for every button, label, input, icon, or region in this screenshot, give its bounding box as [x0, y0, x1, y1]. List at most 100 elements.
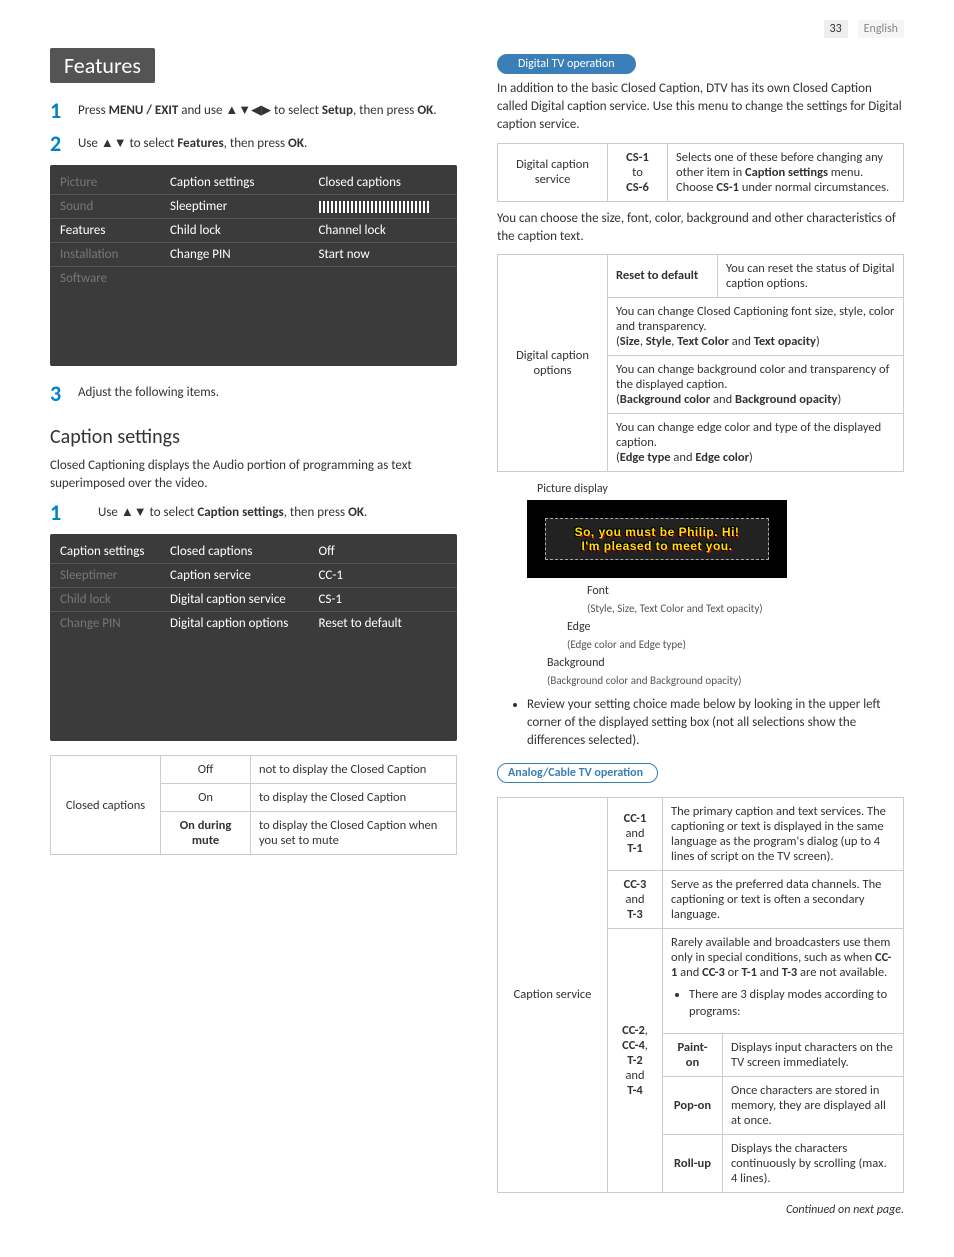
setup-label: Setup [322, 103, 353, 118]
menu-item: Closed captions [160, 540, 309, 563]
option-desc: You can change background color and tran… [608, 355, 904, 413]
picture-display-label: Picture display [537, 482, 904, 496]
review-note: Review your setting choice made below by… [513, 696, 904, 751]
menu-item: Change PIN [50, 611, 160, 635]
text: Use [98, 505, 121, 520]
menu-item-selected: Caption settings [50, 540, 160, 563]
desc-cell: Serve as the preferred data channels. Th… [663, 870, 904, 928]
background-label: Background [547, 656, 605, 670]
option-desc: to display the Closed Caption [251, 784, 457, 812]
desc-cell: Rarely available and broadcasters use th… [663, 928, 904, 1033]
text: Use [78, 136, 101, 151]
option-desc: You can change edge color and type of th… [608, 413, 904, 471]
menu-item: Closed captions [309, 171, 458, 194]
value-cell: CC-1andT-1 [608, 797, 663, 870]
continued-note: Continued on next page. [497, 1203, 904, 1217]
arrow-keys-icon: ▲▼ [101, 135, 127, 150]
text: Press [78, 103, 109, 118]
caption-text-line: So, you must be Philip. Hi! [575, 525, 740, 539]
menu-item: Reset to default [309, 611, 458, 635]
text: . [433, 103, 436, 118]
step-2: 2 Use ▲▼ to select Features, then press … [50, 130, 457, 157]
option-desc: to display the Closed Caption when you s… [251, 812, 457, 855]
caption-text-line: I'm pleased to meet you. [582, 539, 733, 553]
value-cell: CS-1 to CS-6 [608, 143, 668, 201]
value-cell: CC-2, CC-4, T-2 and T-4 [608, 928, 663, 1192]
digital-intro-text: In addition to the basic Closed Caption,… [497, 80, 904, 135]
digital-caption-service-table: Digital caption service CS-1 to CS-6 Sel… [497, 143, 904, 202]
step-number-icon: 1 [50, 499, 68, 526]
step-number-icon: 1 [50, 97, 68, 124]
mode-label: Paint-on [677, 1040, 707, 1070]
pill-label: Analog/Cable TV operation [497, 763, 658, 783]
menu-item: CC-1 [309, 563, 458, 587]
caption-settings-label: Caption settings [197, 505, 283, 520]
barcode-icon [309, 194, 458, 218]
digital-tv-operation-pill: Digital TV operation [497, 48, 904, 80]
text: , then press [224, 136, 288, 151]
picture-display-diagram: Picture display So, you must be Philip. … [497, 482, 904, 690]
pill-label: Digital TV operation [497, 54, 636, 74]
text: . [304, 136, 307, 151]
page-language: English [858, 20, 904, 38]
menu-item: Caption service [160, 563, 309, 587]
step-3: 3 Adjust the following items. [50, 380, 457, 407]
menu-item: Sound [50, 194, 160, 218]
text: to select [271, 103, 322, 118]
ok-label: OK [348, 505, 364, 520]
arrow-keys-icon: ▲▼ [121, 504, 147, 519]
menu-item: Channel lock [309, 218, 458, 242]
menu-item: Picture [50, 171, 160, 194]
table-row-header: Closed captions [51, 756, 161, 855]
option-label: Off [161, 756, 251, 784]
text: to select [127, 136, 178, 151]
caption-step-1: 1 Use ▲▼ to select Caption settings, the… [50, 499, 457, 526]
desc-cell: The primary caption and text services. T… [663, 797, 904, 870]
text: Adjust the following items. [78, 380, 457, 402]
step-number-icon: 2 [50, 130, 68, 157]
menu-item: Digital caption service [160, 587, 309, 611]
background-note: (Background color and Background opacity… [547, 674, 741, 687]
mode-desc: Displays the characters continuously by … [723, 1134, 904, 1192]
menu-item: Caption settings [160, 171, 309, 194]
page-header: 33 English [50, 20, 904, 38]
font-label: Font [587, 584, 609, 598]
analog-cable-tv-operation-pill: Analog/Cable TV operation [497, 757, 904, 789]
caption-settings-intro: Closed Captioning displays the Audio por… [50, 457, 457, 493]
text: to select [147, 505, 198, 520]
menu-item-selected: Features [50, 218, 160, 242]
option-label: On during mute [180, 818, 232, 848]
step-1: 1 Press MENU / EXIT and use ▲▼◀▶ to sele… [50, 97, 457, 124]
text: , then press [284, 505, 348, 520]
list-item: There are 3 display modes according to p… [689, 986, 895, 1021]
ok-label: OK [288, 136, 304, 151]
menu-item: Installation [50, 242, 160, 266]
text: , then press [353, 103, 417, 118]
option-desc: not to display the Closed Caption [251, 756, 457, 784]
table-row-header: Digital caption service [498, 143, 608, 201]
features-label: Features [177, 136, 223, 151]
text: and use [178, 103, 225, 118]
caption-settings-heading: Caption settings [50, 425, 457, 449]
caption-settings-menu-screenshot: Caption settings Closed captions Off Sle… [50, 534, 457, 741]
ok-label: OK [417, 103, 433, 118]
option-desc: You can reset the status of Digital capt… [718, 254, 904, 297]
option-label: Reset to default [616, 268, 698, 283]
menu-item: CS-1 [309, 587, 458, 611]
page-number: 33 [824, 20, 848, 38]
mode-label: Pop-on [674, 1098, 711, 1113]
value-cell: CC-3andT-3 [608, 870, 663, 928]
menu-item: Child lock [50, 587, 160, 611]
menu-item: Software [50, 266, 160, 290]
menu-item: Sleeptimer [50, 563, 160, 587]
characteristics-intro: You can choose the size, font, color, ba… [497, 210, 904, 246]
font-note: (Style, Size, Text Color and Text opacit… [587, 602, 763, 615]
digital-caption-options-table: Digital caption options Reset to default… [497, 254, 904, 472]
edge-note: (Edge color and Edge type) [567, 638, 686, 651]
menu-exit-label: MENU / EXIT [109, 103, 179, 118]
menu-item: Child lock [160, 218, 309, 242]
menu-item: Off [309, 540, 458, 563]
closed-captions-options-table: Closed captions Off not to display the C… [50, 755, 457, 855]
table-row-header: Digital caption options [498, 254, 608, 471]
menu-item: Change PIN [160, 242, 309, 266]
